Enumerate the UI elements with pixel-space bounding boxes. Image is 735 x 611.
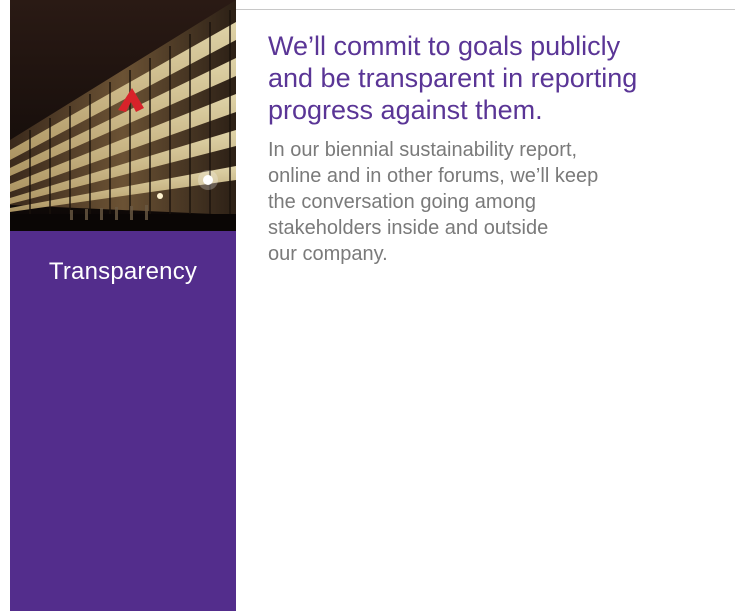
building-photo — [10, 0, 236, 231]
sidebar-panel: Transparency — [10, 0, 236, 611]
headline: We’ll commit to goals publicly and be tr… — [268, 31, 638, 125]
page: Transparency We’ll commit to goals publi… — [0, 0, 735, 611]
body-paragraph: In our biennial sustainability report, o… — [268, 139, 599, 265]
section-title: Transparency — [48, 258, 198, 285]
top-divider — [236, 9, 735, 10]
building-at-night-icon — [10, 0, 236, 231]
